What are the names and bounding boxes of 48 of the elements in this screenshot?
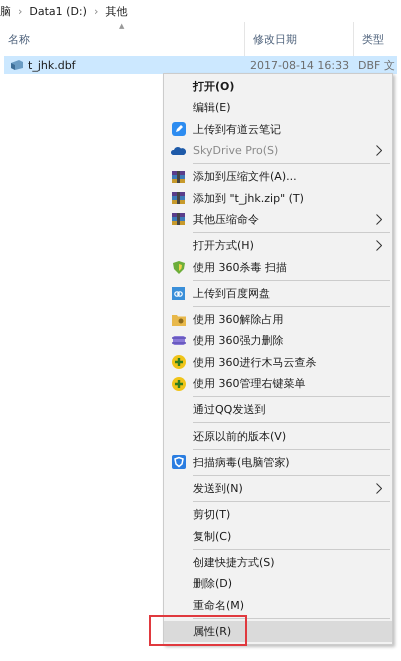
- column-header[interactable]: 类型: [362, 32, 384, 46]
- menu-item[interactable]: 上传到百度网盘: [164, 282, 392, 304]
- file-type: DBF 文: [358, 58, 395, 72]
- menu-item[interactable]: 使用 360杀毒 扫描: [164, 256, 392, 278]
- breadcrumb-item[interactable]: 其他: [105, 4, 128, 18]
- menu-item[interactable]: 添加到 "t_jhk.zip" (T): [164, 187, 392, 209]
- file-date: 2017-08-14 16:33: [250, 58, 350, 72]
- breadcrumb-item[interactable]: Data1 (D:): [29, 4, 87, 18]
- note-icon: [172, 122, 186, 136]
- file-row[interactable]: t_jhk.dbf 2017-08-14 16:33 DBF 文: [4, 56, 397, 74]
- column-header[interactable]: 名称: [8, 32, 30, 46]
- breadcrumb-separator: ›: [18, 4, 22, 18]
- file-name: t_jhk.dbf: [28, 58, 77, 72]
- menu-item[interactable]: 通过QQ发送到: [164, 399, 392, 420]
- menu-item[interactable]: 扫描病毒(电脑管家): [164, 452, 392, 474]
- file-icon: [10, 59, 24, 71]
- menu-item[interactable]: 添加到压缩文件(A)...: [164, 166, 392, 188]
- cloud-icon: [171, 146, 186, 156]
- menu-item[interactable]: 使用 360管理右键菜单: [164, 372, 392, 394]
- menu-item[interactable]: 上传到有道云笔记: [164, 118, 392, 140]
- menu-item[interactable]: 其他压缩命令: [164, 208, 392, 230]
- menu-item[interactable]: 属性(R): [164, 620, 392, 642]
- menu-item[interactable]: 打开方式(H): [164, 235, 392, 256]
- shield-icon: [172, 455, 186, 470]
- menu-item[interactable]: 还原以前的版本(V): [164, 425, 392, 447]
- menu-item[interactable]: 使用 360解除占用: [164, 308, 392, 330]
- menu-item[interactable]: 使用 360进行木马云查杀: [164, 352, 392, 373]
- breadcrumb-separator: ›: [94, 4, 98, 18]
- menu-item[interactable]: 删除(D): [164, 573, 392, 595]
- plus-icon: [172, 355, 186, 370]
- shield-icon: [172, 260, 184, 274]
- menu-item[interactable]: 重命名(M): [164, 594, 392, 616]
- menu-item[interactable]: 创建快捷方式(S): [164, 552, 392, 574]
- folder-icon: [172, 313, 186, 326]
- archive-icon: [172, 192, 185, 204]
- breadcrumb-item[interactable]: 脑: [0, 4, 11, 18]
- archive-icon: [172, 170, 185, 183]
- archive-icon: [172, 213, 185, 226]
- menu-item[interactable]: 使用 360强力删除: [164, 330, 392, 352]
- shredder-icon: [172, 334, 186, 348]
- cloud-icon: [172, 286, 185, 300]
- menu-item[interactable]: 编辑(E): [164, 97, 392, 119]
- column-header[interactable]: 修改日期: [253, 32, 297, 46]
- menu-item[interactable]: 剪切(T): [164, 504, 392, 526]
- menu-item[interactable]: 打开(O): [164, 76, 392, 98]
- plus-icon: [172, 376, 186, 390]
- menu-item[interactable]: 复制(C): [164, 526, 392, 547]
- menu-item[interactable]: 发送到(N): [164, 478, 392, 500]
